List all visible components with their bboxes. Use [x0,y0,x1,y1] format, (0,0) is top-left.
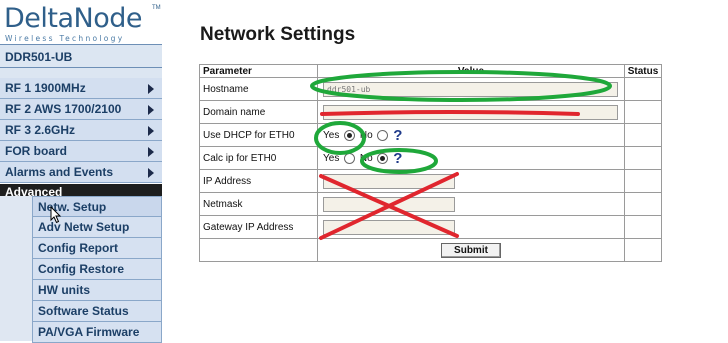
dhcp-no-label: No [359,129,373,141]
deltanode-logo: DeltaNode TM Wireless Technology [2,4,162,46]
submenu-indent [0,196,32,341]
network-settings-table: Parameter Value Status Hostname ddr501-u… [199,64,662,262]
label-gateway: Gateway IP Address [199,215,318,239]
nav-item-alarms[interactable]: Alarms and Events [0,162,162,183]
empty-cell [199,238,318,262]
dhcp-yes-label: Yes [323,129,340,141]
subnav-config-restore[interactable]: Config Restore [32,259,162,280]
chevron-right-icon [148,84,154,94]
calc-yes-label: Yes [323,152,340,164]
sidebar: DeltaNode TM Wireless Technology DDR501-… [0,0,162,343]
help-icon[interactable]: ? [393,127,402,144]
subnav-hw-units[interactable]: HW units [32,280,162,301]
row-ip-address: IP Address [199,169,662,193]
dhcp-yes-radio[interactable] [344,129,356,141]
status-cell [624,215,662,239]
status-cell [624,146,662,170]
row-domain: Domain name [199,100,662,124]
label-dhcp: Use DHCP for ETH0 [199,123,318,147]
status-cell [624,169,662,193]
status-cell [624,100,662,124]
logo-name: DeltaNode [4,3,143,34]
logo-tagline: Wireless Technology [5,34,125,43]
hostname-input[interactable]: ddr501-ub [323,81,618,97]
domain-input[interactable] [323,104,618,120]
nav-item-label: FOR board [5,144,67,158]
header-value: Value [317,64,625,78]
page-title: Network Settings [200,24,356,45]
chevron-right-icon [148,105,154,115]
label-domain: Domain name [199,100,318,124]
row-gateway: Gateway IP Address [199,215,662,239]
status-cell [624,77,662,101]
calc-no-radio[interactable] [377,152,389,164]
netmask-input[interactable] [323,196,455,212]
chevron-right-icon [148,147,154,157]
submit-button[interactable]: Submit [441,242,501,258]
nav-item-rf1[interactable]: RF 1 1900MHz [0,78,162,99]
chevron-right-icon [148,126,154,136]
row-hostname: Hostname ddr501-ub [199,77,662,101]
row-dhcp: Use DHCP for ETH0 Yes No ? [199,123,662,147]
nav-item-label: RF 3 2.6GHz [5,123,76,137]
nav-item-label: RF 2 AWS 1700/2100 [5,102,122,116]
calc-no-label: No [359,152,373,164]
mouse-cursor-icon [50,206,62,224]
label-netmask: Netmask [199,192,318,216]
status-cell [624,192,662,216]
nav-item-for-board[interactable]: FOR board [0,141,162,162]
table-header-row: Parameter Value Status [199,64,662,78]
gateway-input[interactable] [323,219,455,235]
logo-trademark: TM [152,5,161,11]
ip-address-input[interactable] [323,173,455,189]
help-icon[interactable]: ? [393,150,402,167]
row-netmask: Netmask [199,192,662,216]
device-model: DDR501-UB [0,44,162,68]
row-submit: Submit [199,238,662,262]
chevron-right-icon [148,168,154,178]
subnav-software-status[interactable]: Software Status [32,301,162,322]
nav-item-rf3[interactable]: RF 3 2.6GHz [0,120,162,141]
nav-item-rf2[interactable]: RF 2 AWS 1700/2100 [0,99,162,120]
header-parameter: Parameter [199,64,318,78]
nav-item-label: Alarms and Events [5,165,114,179]
sidebar-spacer [0,68,162,78]
label-calc-ip: Calc ip for ETH0 [199,146,318,170]
header-status: Status [624,64,662,78]
status-cell [624,123,662,147]
row-calc-ip: Calc ip for ETH0 Yes No ? [199,146,662,170]
subnav-pa-vga-firmware[interactable]: PA/VGA Firmware [32,322,162,343]
subnav-config-report[interactable]: Config Report [32,238,162,259]
dhcp-no-radio[interactable] [377,129,389,141]
status-cell [624,238,662,262]
label-hostname: Hostname [199,77,318,101]
calc-yes-radio[interactable] [344,152,356,164]
nav-item-label: RF 1 1900MHz [5,81,86,95]
label-ip-address: IP Address [199,169,318,193]
